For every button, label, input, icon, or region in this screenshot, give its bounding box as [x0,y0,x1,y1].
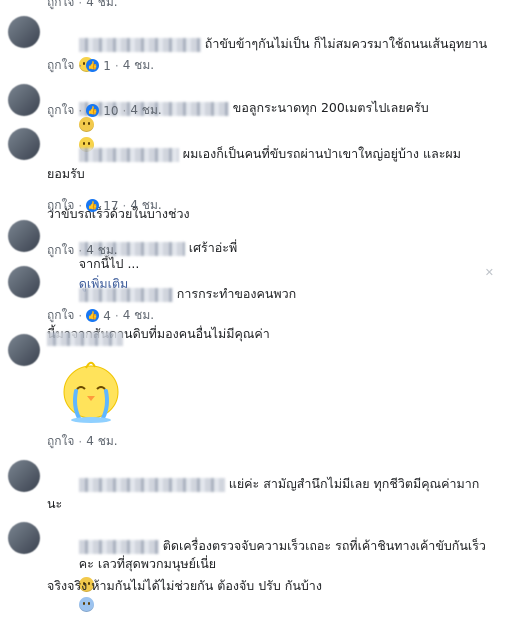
comment-timestamp: 4 ชม. [86,0,118,9]
crying-face-emoji [78,597,94,612]
comment-timestamp: 4 ชม. [130,198,162,212]
comment-text-line1: การกระทำของคนพวก [176,286,297,301]
like-icon[interactable]: 👍 [86,104,100,117]
close-icon[interactable]: ✕ [485,266,494,279]
comment-text-line1: ติดเครื่องตรวจจับความเร็วเถอะ รถที่เค้าช… [162,538,486,553]
like-link[interactable]: ถูกใจ [47,101,74,120]
commenter-name[interactable] [78,477,225,492]
comment-meta: ถูกใจ · 👍 10 · 4 ชม. [47,101,162,120]
like-link[interactable]: ถูกใจ [47,241,74,260]
comment-timestamp: 4 ชม. [130,103,162,117]
comment-meta: ถูกใจ · 4 ชม. [47,432,118,451]
like-icon[interactable]: 👍 [86,199,100,212]
avatar[interactable] [8,522,40,554]
avatar[interactable] [8,334,40,366]
comment-text: ถ้าขับข้าๆกันไม่เป็น ก็ไม่สมควรมาใช้ถนนเ… [204,36,488,51]
comment-meta: ถูกใจ · 4 ชม. [47,0,118,12]
commenter-name[interactable] [78,147,179,162]
like-link[interactable]: ถูกใจ [47,432,74,451]
avatar[interactable] [8,266,40,298]
commenter-name[interactable] [78,37,201,52]
comment-timestamp: 4 ชม. [86,434,118,448]
comment-text: เศร้าอ่ะพี่ [188,240,238,255]
avatar[interactable] [8,84,40,116]
like-icon[interactable]: 👍 [86,59,100,72]
comment-timestamp: 4 ชม. [122,308,155,322]
commenter-name[interactable] [47,331,123,346]
avatar[interactable] [8,16,40,48]
commenter-name[interactable] [78,287,173,302]
reaction-count[interactable]: 17 [103,199,118,213]
like-link[interactable]: ถูกใจ [47,56,74,75]
comment-timestamp: 4 ชม. [86,243,118,257]
avatar[interactable] [8,128,40,160]
comment-meta: ถูกใจ · 👍 17 · 4 ชม. [47,196,162,215]
reaction-count[interactable]: 4 [103,309,111,323]
comment-text-line2: จริงจริง ห้ามกันไม่ได้ไม่ช่วยกัน ต้องจับ… [47,578,322,593]
comment-feed: ถูกใจ · 4 ชม. ถ้าขับข้าๆกันไม่เป็น ก็ไม่… [0,0,506,612]
reaction-count[interactable]: 10 [103,104,118,118]
comment-meta: ถูกใจ · 👍 4 · 4 ชม. [47,306,154,325]
avatar[interactable] [8,460,40,492]
like-link[interactable]: ถูกใจ [47,0,74,12]
crying-chick-sticker[interactable] [57,356,137,424]
like-link[interactable]: ถูกใจ [47,196,74,215]
avatar[interactable] [8,220,40,252]
commenter-name[interactable] [78,539,159,554]
like-icon[interactable]: 👍 [86,309,100,322]
like-link[interactable]: ถูกใจ [47,306,74,325]
reaction-count[interactable]: 1 [103,59,111,73]
comment-meta: ถูกใจ · 4 ชม. [47,241,118,260]
comment-text: ขอลูกระนาดทุก 200เมตรไปเลยครับ [232,100,429,115]
comment-timestamp: 4 ชม. [122,58,155,72]
comment-meta: ถูกใจ · 👍 1 · 4 ชม. [47,56,154,75]
